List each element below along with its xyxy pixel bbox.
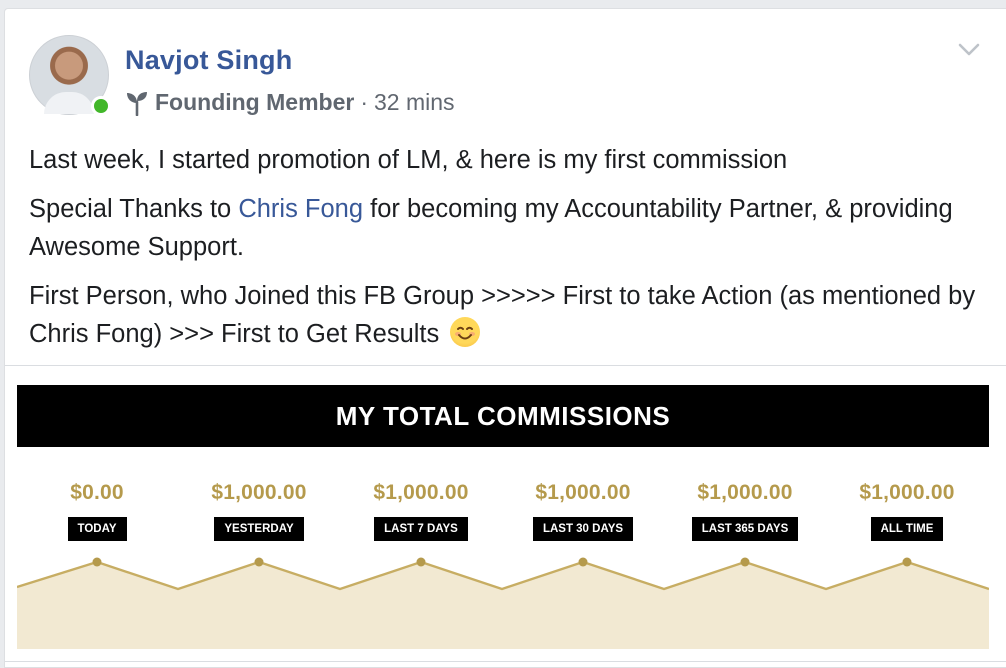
smiling-face-emoji bbox=[450, 317, 481, 347]
divider bbox=[5, 365, 1006, 366]
stat-amount: $1,000.00 bbox=[697, 481, 793, 504]
post-paragraph: Last week, I started promotion of LM, & … bbox=[29, 146, 788, 174]
divider bbox=[5, 661, 1006, 662]
post-paragraph: First Person, who Joined this FB Group >… bbox=[29, 282, 976, 348]
stat-label: ALL TIME bbox=[870, 517, 944, 541]
stat-all-time: $1,000.00 ALL TIME bbox=[832, 481, 982, 541]
stat-yesterday: $1,000.00 YESTERDAY bbox=[184, 481, 334, 541]
stat-last-7-days: $1,000.00 LAST 7 DAYS bbox=[346, 481, 496, 541]
member-badge[interactable]: Founding Member bbox=[155, 89, 354, 116]
stat-label: YESTERDAY bbox=[214, 517, 304, 541]
commissions-title: MY TOTAL COMMISSIONS bbox=[17, 385, 989, 447]
stat-amount: $1,000.00 bbox=[373, 481, 469, 504]
decorative-wave bbox=[17, 557, 989, 649]
stat-label: LAST 7 DAYS bbox=[374, 517, 468, 541]
meta-separator: · bbox=[360, 89, 368, 115]
online-status-icon bbox=[91, 96, 111, 116]
stat-amount: $1,000.00 bbox=[535, 481, 631, 504]
stat-amount: $1,000.00 bbox=[211, 481, 307, 504]
post-card: Navjot Singh Founding Member · 32 mins L… bbox=[4, 8, 1006, 668]
post-paragraph: Special Thanks to Chris Fong for becomin… bbox=[29, 195, 953, 261]
sprout-icon bbox=[127, 91, 147, 116]
chevron-down-icon[interactable] bbox=[958, 43, 980, 57]
commissions-image[interactable]: MY TOTAL COMMISSIONS $0.00 TODAY $1,000.… bbox=[17, 385, 989, 649]
stat-today: $0.00 TODAY bbox=[22, 481, 172, 541]
stat-label: TODAY bbox=[67, 517, 127, 541]
stat-amount: $1,000.00 bbox=[859, 481, 955, 504]
stat-last-365-days: $1,000.00 LAST 365 DAYS bbox=[670, 481, 820, 541]
stat-amount: $0.00 bbox=[70, 481, 124, 504]
post-timestamp[interactable]: 32 mins bbox=[374, 89, 455, 116]
author-name[interactable]: Navjot Singh bbox=[125, 45, 292, 76]
stat-last-30-days: $1,000.00 LAST 30 DAYS bbox=[508, 481, 658, 541]
stat-label: LAST 30 DAYS bbox=[532, 517, 634, 541]
stat-label: LAST 365 DAYS bbox=[691, 517, 799, 541]
mention-link[interactable]: Chris Fong bbox=[238, 195, 363, 223]
post-body: Last week, I started promotion of LM, & … bbox=[29, 141, 989, 364]
post-meta: Founding Member · 32 mins bbox=[125, 89, 455, 116]
